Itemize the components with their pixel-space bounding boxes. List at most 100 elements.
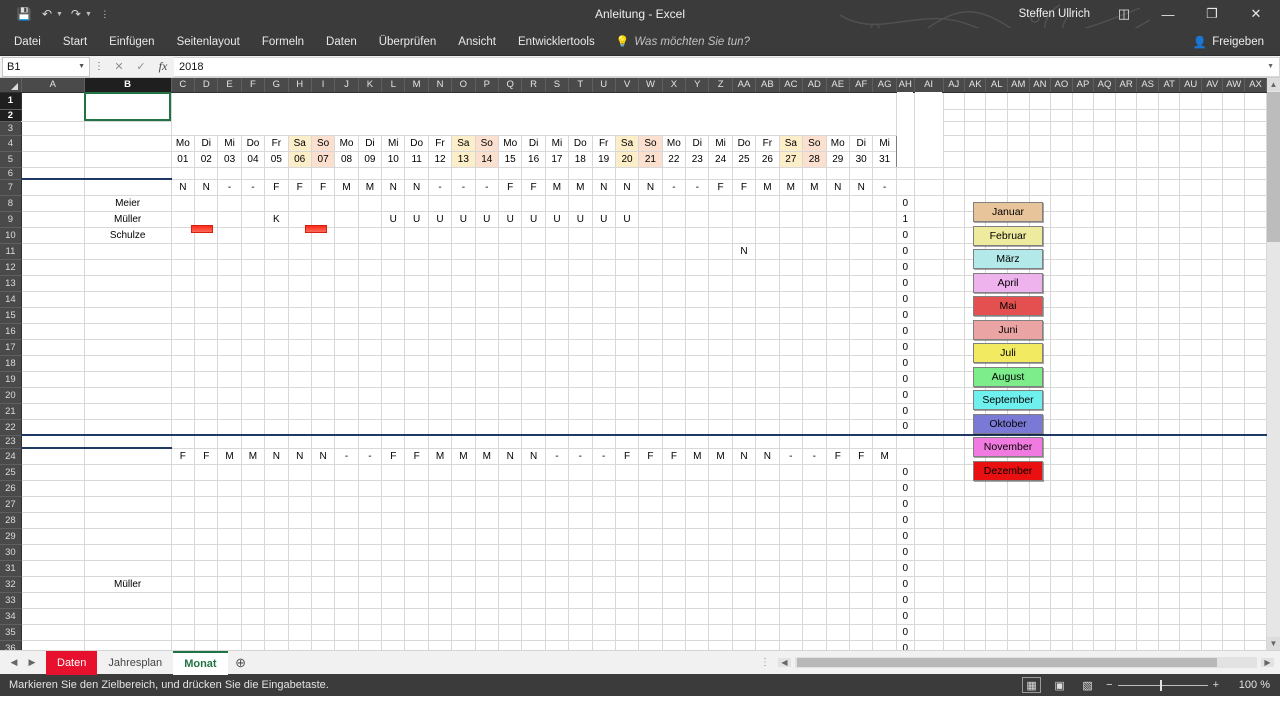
cell-S36[interactable] [545,640,570,650]
cell-AU[interactable] [1179,480,1202,497]
cell-N31[interactable] [428,560,453,577]
cell-N16[interactable] [428,323,453,340]
cell-AB8[interactable] [755,195,780,212]
cell-AC8[interactable] [779,195,804,212]
cell-P12[interactable] [475,259,499,276]
cell-AU[interactable] [1179,121,1202,136]
cell-R29[interactable] [521,528,546,545]
cell-AJ[interactable] [943,371,965,388]
cell-AB15[interactable] [755,307,780,324]
cell-AB30[interactable] [755,544,780,561]
cell-AW[interactable] [1222,167,1246,180]
cell-P25[interactable] [475,464,499,481]
cell-AO[interactable] [1050,211,1073,228]
ribbon-tab-datei[interactable]: Datei [0,28,52,56]
shift-cell-31[interactable]: M [872,447,897,465]
cell-AX[interactable] [1244,592,1267,609]
cell-AV[interactable] [1201,608,1224,625]
cell-Q27[interactable] [498,496,523,513]
cell-X22[interactable] [662,419,687,436]
cell-A5[interactable] [21,151,85,168]
cell-Q31[interactable] [498,560,523,577]
cell-AQ[interactable] [1093,243,1116,260]
cell-AR[interactable] [1115,544,1138,561]
cell-H13[interactable] [288,275,312,292]
cell-V35[interactable] [615,624,640,641]
cell-AO[interactable] [1050,227,1073,244]
cell-H18[interactable] [288,355,312,372]
cell-S26[interactable] [545,480,570,497]
cell-T15[interactable] [568,307,593,324]
row-header-2[interactable]: 2 [0,109,22,122]
cell-W16[interactable] [638,323,663,340]
cell-AW[interactable] [1222,387,1246,404]
cell-J16[interactable] [334,323,359,340]
cell-P30[interactable] [475,544,499,561]
cell-S32[interactable] [545,576,570,593]
cell-N26[interactable] [428,480,453,497]
day-number-28[interactable]: 28 [802,150,827,168]
cell-AM[interactable] [1007,167,1030,180]
cell-AD33[interactable] [802,592,827,609]
cell-W29[interactable] [638,528,663,545]
shift-cell-17[interactable]: - [544,447,570,465]
cell-Q21[interactable] [498,403,523,420]
shift-cell-30[interactable]: F [848,447,874,465]
cell-day-02[interactable] [194,167,219,180]
cell-E14[interactable] [217,291,242,308]
cell-AU[interactable] [1179,291,1202,308]
cell-A16[interactable] [21,323,85,340]
cell-AC35[interactable] [779,624,804,641]
day-number-03[interactable]: 03 [217,150,242,168]
cell-T11[interactable] [568,243,593,260]
cell-E27[interactable] [217,496,242,513]
cell-AC36[interactable] [779,640,804,650]
shift-cell-10[interactable]: F [381,447,406,465]
cell-W25[interactable] [638,464,663,481]
cell-N11[interactable] [428,243,453,260]
cell-Z16[interactable] [708,323,733,340]
cell-AW[interactable] [1222,179,1246,196]
cell-D16[interactable] [194,323,219,340]
cell-AQ[interactable] [1093,448,1116,465]
cell-AG30[interactable] [872,544,897,561]
cell-AN[interactable] [1029,121,1052,136]
cell-P35[interactable] [475,624,499,641]
cell-J8[interactable] [334,195,359,212]
cell-P32[interactable] [475,576,499,593]
cell-S31[interactable] [545,560,570,577]
cell-B5[interactable] [84,151,172,168]
cell-AS[interactable] [1136,179,1159,196]
cell-L22[interactable] [381,419,406,436]
cell-G8[interactable] [264,195,289,212]
cell-day-31[interactable] [872,167,897,180]
cell-V36[interactable] [615,640,640,650]
cell-T25[interactable] [568,464,593,481]
cell-AK[interactable] [964,151,987,168]
cell-C21[interactable] [171,403,196,420]
cell-K14[interactable] [358,291,383,308]
cell-AB35[interactable] [755,624,780,641]
cell-R18[interactable] [521,355,546,372]
cell-Q[interactable] [498,435,523,449]
cell-B30[interactable] [84,544,172,561]
cell-AS[interactable] [1136,371,1159,388]
shift-cell-17[interactable]: M [544,178,570,196]
cell-AO[interactable] [1050,480,1073,497]
cell-day-01[interactable] [171,167,196,180]
cell-T34[interactable] [568,608,593,625]
cell-day-19[interactable] [592,167,616,180]
scroll-down-arrow-icon[interactable]: ▼ [1267,637,1280,650]
cell-AR[interactable] [1115,496,1138,513]
sheet-nav-prev-icon[interactable]: ◀ [6,657,22,668]
cell-D34[interactable] [194,608,219,625]
cell-AP[interactable] [1072,323,1095,340]
cell-O11[interactable] [451,243,476,260]
cell-K22[interactable] [358,419,383,436]
cell-AF17[interactable] [849,339,874,356]
cell-B35[interactable] [84,624,172,641]
cell-AW[interactable] [1222,403,1246,420]
cell-AQ[interactable] [1093,592,1116,609]
cell-AO[interactable] [1050,291,1073,308]
cell-AR[interactable] [1115,259,1138,276]
